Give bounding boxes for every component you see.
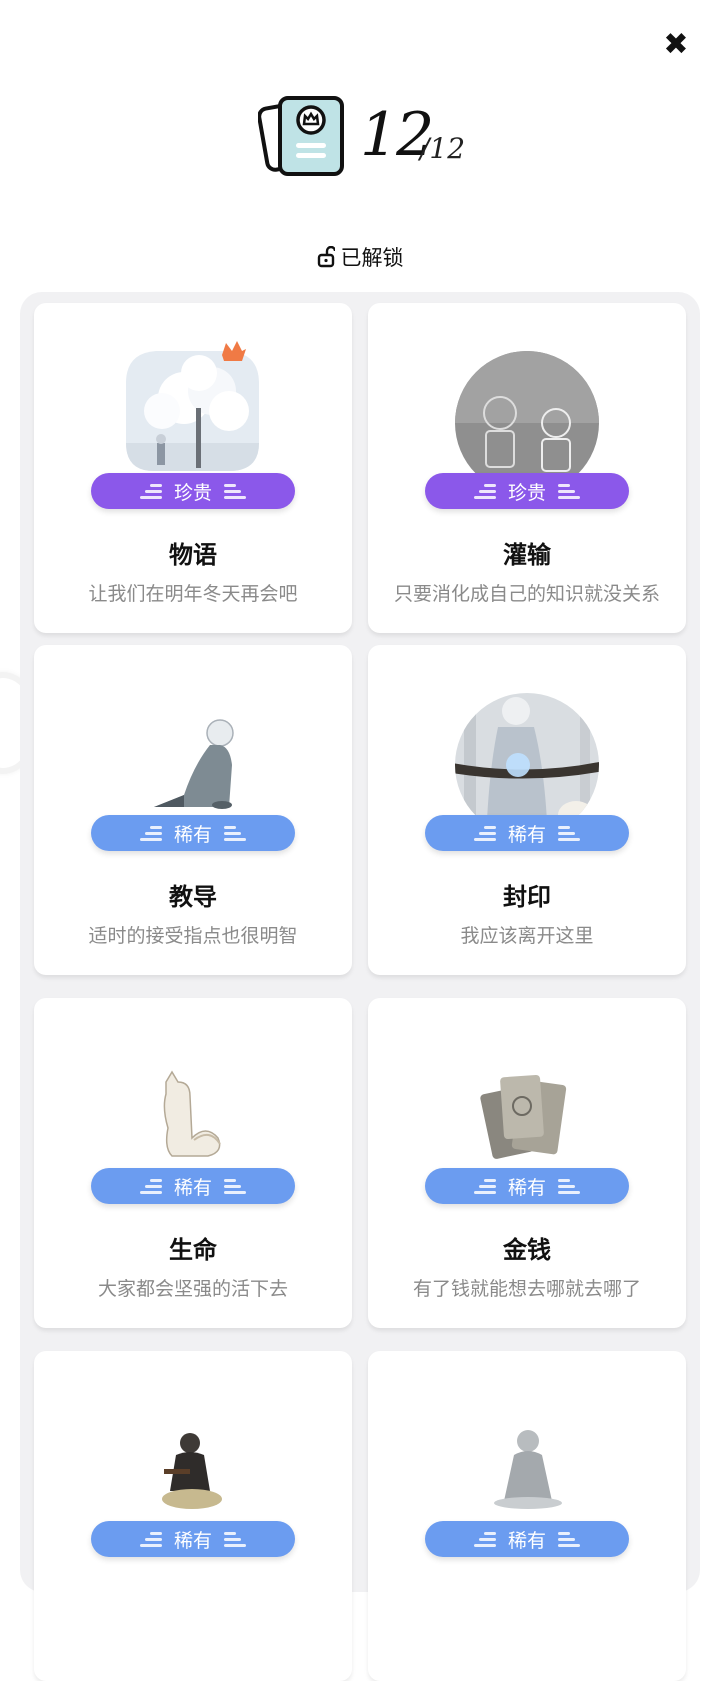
unlock-icon [317,246,335,268]
rarity-badge: 稀有 [91,815,295,851]
card-title: 灌输 [503,541,551,569]
rarity-badge: 稀有 [91,1168,295,1204]
card-title: 教导 [169,883,217,911]
rarity-badge: 稀有 [91,1521,295,1557]
card-description: 有了钱就能想去哪就去哪了 [412,1278,641,1300]
card-title: 物语 [169,541,217,569]
collection-counter: 12 /12 [258,94,478,184]
card-description: 我应该离开这里 [460,925,594,947]
rarity-badge: 珍贵 [91,473,295,509]
card-description: 只要消化成自己的知识就没关系 [393,583,660,605]
close-button[interactable]: ✖ [660,26,692,62]
card-title: 封印 [503,883,551,911]
unlocked-section-label: 已解锁 [0,242,720,272]
card-description: 适时的接受指点也很明智 [88,925,298,947]
unlocked-label-text: 已解锁 [340,246,404,270]
rarity-badge: 稀有 [425,1168,629,1204]
card-book-icon [258,96,344,176]
card-item[interactable]: 珍贵 灌输 只要消化成自己的知识就没关系 [368,303,686,633]
card-item[interactable]: 稀有 [368,1351,686,1681]
total-count: /12 [420,132,466,165]
card-item[interactable]: 稀有 金钱 有了钱就能想去哪就去哪了 [368,998,686,1328]
card-title: 金钱 [503,1236,551,1264]
card-description: 大家都会坚强的活下去 [97,1278,288,1300]
card-item[interactable]: 稀有 封印 我应该离开这里 [368,645,686,975]
rarity-badge: 稀有 [425,815,629,851]
rarity-badge: 稀有 [425,1521,629,1557]
card-item[interactable]: 稀有 [34,1351,352,1681]
card-description: 让我们在明年冬天再会吧 [88,583,298,605]
card-item[interactable]: 稀有 生命 大家都会坚强的活下去 [34,998,352,1328]
card-item[interactable]: 珍贵 物语 让我们在明年冬天再会吧 [34,303,352,633]
card-item[interactable]: 稀有 教导 适时的接受指点也很明智 [34,645,352,975]
rarity-badge: 珍贵 [425,473,629,509]
card-title: 生命 [169,1236,217,1264]
cards-panel: 珍贵 物语 让我们在明年冬天再会吧 珍贵 灌输 只要消化成自己的知识就没关系 稀… [20,292,700,1681]
close-icon: ✖ [663,26,689,62]
